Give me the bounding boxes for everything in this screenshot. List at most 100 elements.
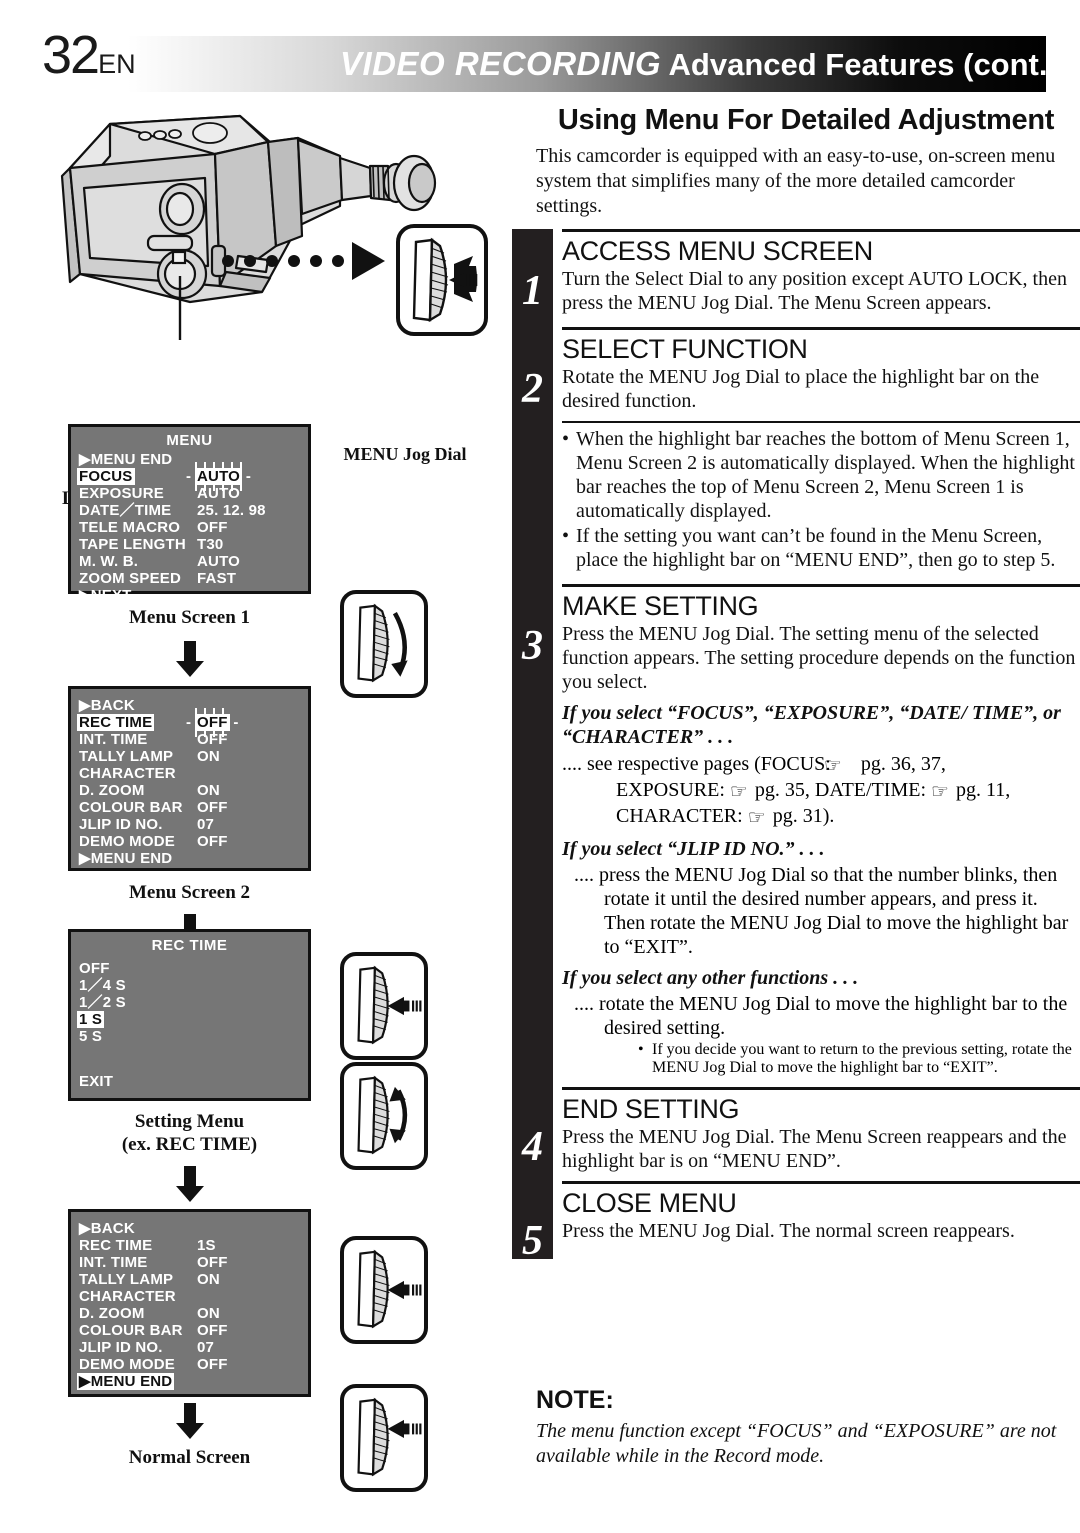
step-4: 4 END SETTING Press the MENU Jog Dial. T… (512, 1087, 1080, 1181)
camcorder-diagram (60, 114, 488, 340)
step-body-2: Rotate the MENU Jog Dial to place the hi… (562, 366, 1040, 412)
pointing-hand-icon-3: ☞ (931, 781, 949, 803)
step-3-sub3-heading: If you select any other functions . . . (562, 967, 859, 989)
jog-dial-press-icon-2 (340, 1236, 428, 1344)
menu-screen-1-row-label: TELE MACRO (79, 519, 181, 536)
menu-screen-1-row-value: AUTO (197, 553, 241, 570)
step-3: 3 MAKE SETTING Press the MENU Jog Dial. … (512, 584, 1080, 1087)
step-5: 5 CLOSE MENU Press the MENU Jog Dial. Th… (512, 1181, 1080, 1264)
menu-screen-3-row[interactable]: JLIP ID NO. 07 (71, 1339, 308, 1356)
menu-screen-1-row-value: T30 (197, 536, 224, 553)
menu-screen-2-row-label: INT. TIME (79, 731, 148, 748)
menu-screen-1-row[interactable]: M. W. B. AUTO (71, 553, 308, 570)
step-number-1: 1 (522, 268, 543, 314)
menu-screen-3[interactable]: ▶BACK REC TIME 1S INT. TIME OFF TALLY LAMP ON C… (68, 1209, 311, 1397)
menu-screen-1-row[interactable]: DATE／TIME 25. 12. 98 (71, 502, 308, 519)
section-title: Using Menu For Detailed Adjustment (557, 104, 1055, 136)
menu-screen-3-row[interactable]: TALLY LAMP ON (71, 1271, 308, 1288)
section-intro: This camcorder is equipped with an easy-… (536, 145, 1056, 217)
menu-screen-3-row-value: ON (197, 1305, 220, 1322)
menu-screen-1-row-label: TAPE LENGTH (79, 536, 186, 553)
step-3-sub1-body: .... see respective pages (FOCUS: ☞ pg. … (562, 752, 1080, 830)
step-rule-4 (562, 1087, 1080, 1090)
setting-menu-option[interactable]: 1／4 S (71, 977, 308, 994)
menu-screen-3-row-value: OFF (197, 1356, 228, 1373)
menu-screen-2-row[interactable]: TALLY LAMP ON (71, 748, 308, 765)
menu-screen-2-row-value: ON (197, 782, 220, 799)
flow-arrow-down-3 (176, 1166, 204, 1202)
step-rule-2 (562, 327, 1080, 330)
blinking-value: AUTO (195, 462, 243, 491)
menu-screen-1-row-label: M. W. B. (79, 553, 139, 570)
setting-menu-screen[interactable]: REC TIME OFF 1／4 S 1／2 S1 S5 S EXIT (68, 929, 311, 1101)
step-3-ref-exposure: pg. 35, DATE/TIME: (754, 779, 926, 801)
menu-screen-1-rows: ▶MENU ENDFOCUS AUTO EXPOSURE AUTO DATE／TIME 2… (71, 451, 308, 604)
setting-menu-option[interactable]: 5 S (71, 1028, 308, 1045)
menu-screen-2-row[interactable]: COLOUR BAR OFF (71, 799, 308, 816)
menu-screen-2-row[interactable]: D. ZOOM ON (71, 782, 308, 799)
menu-screen-3-row-label: TALLY LAMP (79, 1271, 174, 1288)
steps-container: 1 ACCESS MENU SCREEN Turn the Select Dia… (512, 229, 1080, 1264)
setting-menu-options: OFF 1／4 S 1／2 S1 S5 S (71, 956, 308, 1045)
step-body-1: Turn the Select Dial to any position exc… (562, 268, 1067, 314)
menu-screen-1-row[interactable]: TELE MACRO OFF (71, 519, 308, 536)
menu-screen-2-row-value: ON (197, 748, 220, 765)
setting-menu-caption: Setting Menu (ex. REC TIME) (48, 1110, 331, 1156)
menu-screen-1-row-label: ZOOM SPEED (79, 570, 182, 587)
setting-menu-caption-line1: Setting Menu (134, 1111, 245, 1132)
blink-ticks-top (195, 708, 230, 714)
flow-arrow-down-1 (176, 641, 204, 677)
setting-menu-option[interactable]: 1／2 S (71, 994, 308, 1011)
setting-menu-exit[interactable]: EXIT (71, 1073, 197, 1090)
header-title-italic: VIDEO RECORDING (340, 45, 662, 82)
pointing-hand-icon-2: ☞ (729, 781, 748, 803)
menu-screen-3-row-label: REC TIME (79, 1237, 153, 1254)
menu-screen-3-row[interactable]: CHARACTER (71, 1288, 308, 1305)
menu-screen-2-row[interactable]: CHARACTER (71, 765, 308, 782)
menu-screen-2-row[interactable]: INT. TIME OFF (71, 731, 308, 748)
step-heading-4: END SETTING (562, 1094, 740, 1124)
manual-page: 32EN VIDEO RECORDING Advanced Features (… (0, 0, 1080, 1533)
menu-screen-1-row[interactable]: ZOOM SPEED FAST (71, 570, 308, 587)
setting-menu-option[interactable]: 1 S (71, 1011, 308, 1028)
setting-menu-option[interactable]: OFF (71, 960, 308, 977)
menu-screen-1-row[interactable]: ▶NEXT (71, 587, 308, 604)
menu-screen-1[interactable]: MENU ▶MENU ENDFOCUSAUTOEXPOSUREAUTODATE／… (68, 424, 311, 604)
menu-screen-1-row-value: FAST (197, 570, 237, 587)
step-3-ref-datetime: pg. 11, (956, 779, 1011, 801)
menu-screen-1-row[interactable]: ▶MENU END (71, 451, 308, 468)
menu-screen-3-row[interactable]: DEMO MODE OFF (71, 1356, 308, 1373)
menu-screen-2[interactable]: ▶BACKREC TIME OFF INT. TIME OFF TALLY LAMP ON… (68, 686, 311, 871)
header-title-rest: Advanced Features (cont.) (668, 47, 1058, 82)
step-3-sub3-bullet: If you decide you want to return to the … (638, 1041, 1080, 1087)
menu-screen-2-row[interactable]: JLIP ID NO. 07 (71, 816, 308, 833)
menu-screen-2-row[interactable]: REC TIME OFF (71, 708, 308, 737)
menu-screen-3-row[interactable]: D. ZOOM ON (71, 1305, 308, 1322)
menu-screen-2-row[interactable]: DEMO MODE OFF (71, 833, 308, 850)
menu-screen-2-row[interactable]: ▶MENU END (71, 850, 308, 867)
menu-screen-1-row-value: OFF (197, 519, 228, 536)
step-rule-2b (562, 421, 1080, 423)
highlight-bar: FOCUS (77, 468, 135, 485)
step-3-sub3-body: .... rotate the MENU Jog Dial to move th… (574, 993, 1068, 1039)
flow-arrow-down-4 (176, 1403, 204, 1439)
note-title: NOTE: (536, 1386, 614, 1414)
note-block: NOTE: The menu function except “FOCUS” a… (536, 1386, 1066, 1469)
step-heading-5: CLOSE MENU (562, 1188, 737, 1218)
menu-screen-1-row[interactable]: FOCUS AUTO (71, 462, 308, 491)
normal-screen-caption: Normal Screen (128, 1447, 251, 1468)
menu-screen-1-title: MENU (166, 432, 213, 449)
menu-screen-2-row[interactable]: ▶BACK (71, 697, 308, 714)
setting-menu-option-label: 1 S (77, 1011, 197, 1028)
menu-screen-3-row[interactable]: ▶MENU END (71, 1373, 308, 1390)
menu-screen-2-row-value: OFF (197, 731, 228, 748)
menu-screen-3-row[interactable]: COLOUR BAR OFF (71, 1322, 308, 1339)
menu-screen-1-row[interactable]: EXPOSURE AUTO (71, 485, 308, 502)
step-heading-2: SELECT FUNCTION (562, 334, 808, 364)
menu-screen-2-caption: Menu Screen 2 (128, 882, 251, 903)
menu-screen-1-row[interactable]: TAPE LENGTH T30 (71, 536, 308, 553)
step-number-2: 2 (522, 366, 543, 412)
menu-screen-3-row[interactable]: INT. TIME OFF (71, 1254, 308, 1271)
menu-screen-3-row[interactable]: ▶BACK (71, 1220, 308, 1237)
menu-screen-3-row[interactable]: REC TIME 1S (71, 1237, 308, 1254)
